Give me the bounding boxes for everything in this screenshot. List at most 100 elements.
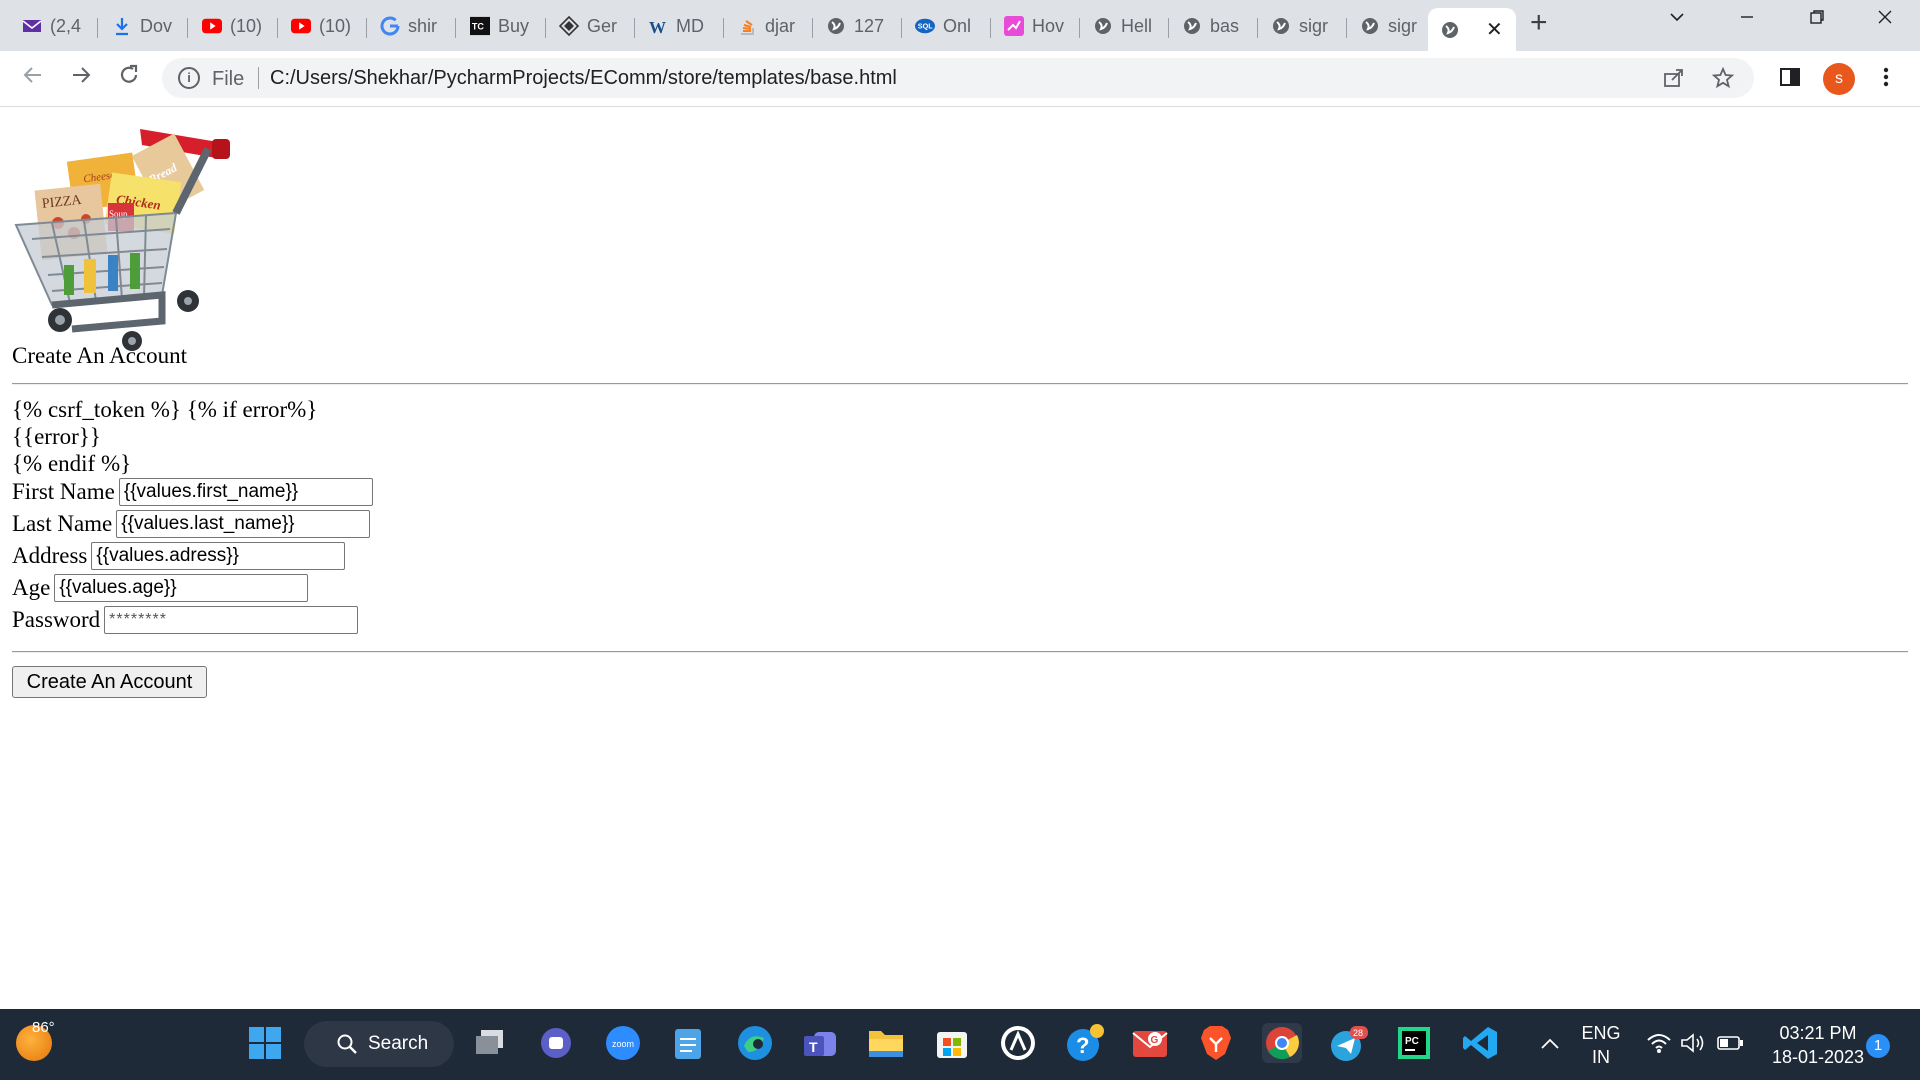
password-input[interactable]: [104, 606, 359, 634]
tab-13[interactable]: Hell: [1081, 8, 1169, 44]
tab-separator: [1079, 18, 1080, 38]
tab-title: MD: [676, 15, 704, 36]
w-icon: W: [648, 16, 668, 36]
template-line-error: {{error}}: [12, 424, 101, 449]
forward-button[interactable]: [68, 62, 94, 95]
brave-icon[interactable]: [1196, 1023, 1236, 1063]
globe-icon: [1440, 20, 1460, 40]
password-row: Password: [12, 606, 359, 634]
pink-chart-icon: [1004, 16, 1024, 36]
taskbar-search[interactable]: Search: [304, 1021, 454, 1067]
svg-text:?: ?: [1076, 1033, 1089, 1058]
page-content: Cheese Bread Chicken PIZZA Soup Create A…: [0, 107, 1920, 1009]
svg-text:SQL: SQL: [918, 22, 933, 31]
tab-6[interactable]: TC Buy: [458, 8, 546, 44]
tab-12[interactable]: Hov: [992, 8, 1080, 44]
tab-10[interactable]: 127: [814, 8, 902, 44]
tab-14[interactable]: bas: [1170, 8, 1258, 44]
close-tab-button[interactable]: ✕: [1486, 17, 1503, 42]
teams-icon[interactable]: T: [800, 1023, 840, 1063]
tab-9[interactable]: djar: [725, 8, 813, 44]
tab-8[interactable]: W MD: [636, 8, 724, 44]
bookmark-star-icon[interactable]: [1711, 66, 1735, 96]
side-panel-icon[interactable]: [1778, 65, 1802, 95]
notification-badge[interactable]: 1: [1866, 1034, 1890, 1058]
globe-icon: [1093, 16, 1113, 36]
pycharm-icon[interactable]: PC: [1394, 1023, 1434, 1063]
url-text[interactable]: C:/Users/Shekhar/PycharmProjects/EComm/s…: [270, 67, 897, 90]
telegram-icon[interactable]: 28: [1328, 1023, 1368, 1063]
tab-2[interactable]: Dov: [100, 8, 188, 44]
tab-16[interactable]: sigr: [1348, 8, 1436, 44]
tab-4[interactable]: (10): [279, 8, 367, 44]
tab-separator: [545, 18, 546, 38]
chrome-icon[interactable]: [1262, 1023, 1302, 1063]
page-title: Create An Account: [12, 343, 188, 368]
back-button[interactable]: [20, 62, 46, 95]
tab-11[interactable]: SQL Onl: [903, 8, 991, 44]
region-code: IN: [1592, 1047, 1610, 1067]
first-name-input[interactable]: [118, 478, 373, 506]
language-indicator[interactable]: ENG IN: [1576, 1021, 1626, 1069]
address-bar[interactable]: i File C:/Users/Shekhar/PycharmProjects/…: [162, 58, 1754, 98]
battery-icon[interactable]: [1710, 1023, 1750, 1063]
close-window-icon[interactable]: [1876, 8, 1894, 32]
diamond-icon: [559, 16, 579, 36]
tab-separator: [901, 18, 902, 38]
notepad-icon[interactable]: [668, 1023, 708, 1063]
minimize-icon[interactable]: [1738, 8, 1756, 32]
tab-title: Hov: [1032, 15, 1064, 36]
store-icon[interactable]: [932, 1023, 972, 1063]
show-hidden-icons-chevron-icon[interactable]: [1530, 1023, 1570, 1063]
windows-start-icon[interactable]: [245, 1023, 285, 1063]
tab-active[interactable]: ✕: [1428, 8, 1516, 51]
last-name-input[interactable]: [116, 510, 371, 538]
globe-icon: [1360, 16, 1380, 36]
globe-icon: [1182, 16, 1202, 36]
chat-icon[interactable]: [536, 1023, 576, 1063]
info-icon[interactable]: i: [178, 67, 200, 89]
age-row: Age: [12, 574, 309, 602]
tab-1[interactable]: (2,4: [10, 8, 98, 44]
age-input[interactable]: [54, 574, 309, 602]
vscode-icon[interactable]: [1460, 1023, 1500, 1063]
share-icon[interactable]: [1662, 66, 1686, 96]
create-account-button[interactable]: Create An Account: [12, 666, 207, 698]
volume-icon[interactable]: [1673, 1023, 1713, 1063]
github-icon[interactable]: [998, 1023, 1038, 1063]
reload-button[interactable]: [116, 62, 142, 95]
tab-15[interactable]: sigr: [1259, 8, 1347, 44]
file-explorer-icon[interactable]: [866, 1023, 906, 1063]
restore-icon[interactable]: [1808, 8, 1826, 32]
tab-3[interactable]: (10): [190, 8, 278, 44]
svg-text:PC: PC: [1405, 1036, 1419, 1047]
new-tab-button[interactable]: +: [1530, 6, 1548, 40]
template-line-endif: {% endif %}: [12, 451, 132, 476]
tab-separator: [1257, 18, 1258, 38]
profile-avatar[interactable]: s: [1823, 63, 1855, 95]
svg-text:TC: TC: [472, 22, 485, 32]
tab-title: Hell: [1121, 15, 1153, 36]
tab-separator: [990, 18, 991, 38]
zoom-icon[interactable]: zoom: [603, 1023, 643, 1063]
tab-separator: [97, 18, 98, 38]
task-view-icon[interactable]: [470, 1023, 510, 1063]
tab-7[interactable]: Ger: [547, 8, 635, 44]
help-icon[interactable]: ?: [1064, 1023, 1104, 1063]
age-label: Age: [12, 575, 51, 600]
tab-title: Buy: [498, 15, 530, 36]
zoom-label: zoom: [612, 1039, 634, 1049]
edge-icon[interactable]: [735, 1023, 775, 1063]
address-input[interactable]: [91, 542, 346, 570]
svg-text:G: G: [1151, 1035, 1159, 1046]
tab-5[interactable]: shir: [368, 8, 456, 44]
tab-title: djar: [765, 15, 796, 36]
tab-search-icon[interactable]: [1668, 8, 1686, 32]
tab-strip: (2,4 Dov (10) (10) shir TC Buy Ger W MD djar 127 SQL…: [0, 0, 1920, 51]
weather-temp: 86°: [32, 1019, 55, 1036]
mail-icon[interactable]: G: [1130, 1023, 1170, 1063]
download-icon: [112, 16, 132, 36]
menu-kebab-icon[interactable]: [1880, 65, 1892, 95]
telegram-badge: 28: [1353, 1028, 1363, 1038]
google-icon: [380, 16, 400, 36]
